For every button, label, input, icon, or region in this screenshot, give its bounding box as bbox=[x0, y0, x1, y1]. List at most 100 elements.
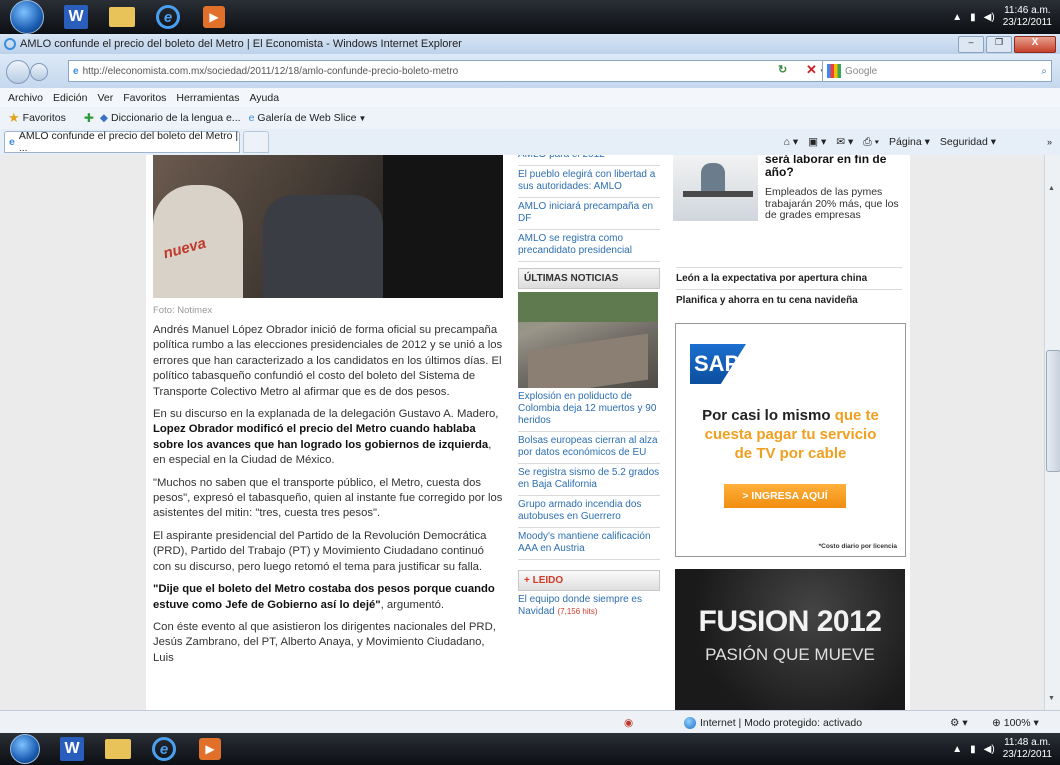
close-button[interactable]: X bbox=[1014, 36, 1056, 53]
zoom-control[interactable]: ⊕ 100% ▾ bbox=[992, 717, 1039, 729]
tray-arrow-icon[interactable]: ▲ bbox=[952, 744, 962, 755]
leido-link[interactable]: El equipo donde siempre es Navidad (7,15… bbox=[518, 591, 660, 622]
zone-indicator[interactable]: Internet | Modo protegido: activado bbox=[684, 716, 862, 729]
news-link[interactable]: Grupo armado incendia dos autobuses en G… bbox=[518, 496, 660, 528]
tab-bar: e AMLO confunde el precio del boleto del… bbox=[0, 129, 1060, 156]
webslice-icon: e bbox=[248, 112, 255, 124]
clock[interactable]: 11:46 a.m. 23/12/2011 bbox=[1003, 5, 1052, 29]
sap-ingresa-button[interactable]: > INGRESA AQUÍ bbox=[724, 484, 846, 508]
folder-icon bbox=[105, 739, 131, 759]
article-paragraph: Andrés Manuel López Obrador inició de fo… bbox=[153, 324, 503, 398]
tab-active[interactable]: e AMLO confunde el precio del boleto del… bbox=[4, 130, 240, 154]
forward-button[interactable] bbox=[30, 63, 48, 81]
page-icon: e bbox=[73, 65, 79, 77]
taskbar-media[interactable]: ▶ bbox=[190, 735, 230, 763]
taskbar-ie[interactable]: e bbox=[144, 735, 184, 763]
network-icon[interactable]: ▮ bbox=[970, 744, 976, 755]
chevron-down-icon[interactable]: ▼ bbox=[358, 114, 366, 123]
related-link[interactable]: El pueblo elegirá con libertad a sus aut… bbox=[518, 166, 660, 198]
article-paragraph: "Dije que el boleto del Metro costaba do… bbox=[153, 582, 503, 613]
related-link[interactable]: AMLO se registra como precandidato presi… bbox=[518, 230, 660, 262]
news-link[interactable]: Bolsas europeas cierran al alza por dato… bbox=[518, 432, 660, 464]
privacy-icon[interactable]: ◉ bbox=[624, 717, 633, 729]
search-icon[interactable]: ⌕ bbox=[1041, 66, 1047, 77]
taskbar-explorer[interactable] bbox=[98, 735, 138, 763]
address-field[interactable]: e http://eleconomista.com.mx/sociedad/20… bbox=[68, 60, 830, 82]
menu-ver[interactable]: Ver bbox=[97, 92, 113, 104]
news-link[interactable]: Se registra sismo de 5.2 grados en Baja … bbox=[518, 464, 660, 496]
home-icon[interactable]: ⌂ ▾ bbox=[784, 136, 799, 148]
sap-logo: SAP bbox=[690, 344, 746, 384]
related-link[interactable]: AMLO iniciará precampaña en DF bbox=[518, 198, 660, 230]
mas-leido-header[interactable]: + LEIDO bbox=[518, 570, 660, 591]
ie-icon: e bbox=[152, 737, 176, 761]
mail-icon[interactable]: ✉ ▾ bbox=[836, 136, 853, 148]
scroll-down-icon[interactable]: ▼ bbox=[1048, 695, 1055, 702]
promo-title[interactable]: será laborar en fin de año? bbox=[765, 155, 905, 179]
page-content: nueva Foto: Notimex Andrés Manuel López … bbox=[0, 155, 1044, 710]
feeds-icon[interactable]: ▣ ▾ bbox=[808, 136, 826, 148]
address-toolbar: e http://eleconomista.com.mx/sociedad/20… bbox=[0, 54, 1060, 88]
search-field[interactable]: Google ⌕ bbox=[822, 60, 1052, 82]
page-menu-label: Página bbox=[889, 136, 922, 148]
dictionary-icon: ◆ bbox=[99, 112, 108, 124]
start-button[interactable] bbox=[10, 0, 44, 34]
refresh-icon[interactable]: ↻ bbox=[778, 63, 787, 76]
back-button[interactable] bbox=[6, 60, 30, 84]
add-favorite-icon[interactable]: ✚ bbox=[84, 111, 94, 125]
leido-hits: (7,156 hits) bbox=[557, 607, 598, 616]
security-status-icon[interactable]: ⚙ ▾ bbox=[950, 717, 968, 729]
sap-ad[interactable]: SAP Por casi lo mismo que te cuesta paga… bbox=[675, 323, 906, 557]
fusion-subtitle: PASIÓN QUE MUEVE bbox=[705, 645, 875, 664]
maximize-button[interactable]: ❐ bbox=[986, 36, 1012, 53]
promo-photo[interactable] bbox=[673, 155, 758, 221]
right-link[interactable]: León a la expectativa por apertura china bbox=[676, 267, 902, 284]
volume-icon[interactable]: ◀) bbox=[984, 12, 995, 23]
taskbar-ie[interactable]: e bbox=[148, 3, 188, 31]
tray-arrow-icon[interactable]: ▲ bbox=[952, 12, 962, 23]
network-icon[interactable]: ▮ bbox=[970, 12, 976, 23]
volume-icon[interactable]: ◀) bbox=[984, 744, 995, 755]
menu-herramientas[interactable]: Herramientas bbox=[176, 92, 239, 104]
print-icon[interactable]: ⎙ ▾ bbox=[863, 136, 879, 149]
menu-ayuda[interactable]: Ayuda bbox=[249, 92, 279, 104]
article-paragraph: "Muchos no saben que el transporte públi… bbox=[153, 476, 503, 520]
favorites-button[interactable]: Favoritos bbox=[23, 112, 66, 124]
scroll-up-icon[interactable]: ▲ bbox=[1048, 185, 1055, 192]
taskbar-word[interactable]: W bbox=[56, 3, 96, 31]
promo-person bbox=[701, 163, 725, 193]
news-link[interactable]: Moody's mantiene calificación AAA en Aus… bbox=[518, 528, 660, 560]
favorite-webslice[interactable]: Galería de Web Slice bbox=[257, 112, 356, 124]
security-menu-label: Seguridad bbox=[939, 136, 988, 148]
favorites-star-icon: ★ bbox=[8, 110, 20, 125]
taskbar-word[interactable]: W bbox=[52, 735, 92, 763]
start-button[interactable] bbox=[10, 734, 40, 764]
tab-active-title: AMLO confunde el precio del boleto del M… bbox=[18, 130, 239, 154]
search-placeholder: Google bbox=[845, 65, 878, 77]
right-gutter bbox=[910, 155, 1044, 710]
taskbar-explorer[interactable] bbox=[102, 3, 142, 31]
right-link[interactable]: Planifica y ahorra en tu cena navideña bbox=[676, 289, 902, 306]
clock-time: 11:46 a.m. bbox=[1004, 5, 1051, 16]
news-link[interactable]: Explosión en poliducto de Colombia deja … bbox=[518, 388, 660, 432]
security-menu[interactable]: Seguridad ▾ bbox=[940, 136, 996, 148]
toolbar-overflow-icon[interactable]: » bbox=[1047, 137, 1052, 147]
stop-icon[interactable]: ✕ bbox=[806, 62, 817, 78]
media-player-icon: ▶ bbox=[203, 6, 225, 28]
vertical-scrollbar[interactable]: ▲ ▼ bbox=[1044, 155, 1060, 710]
promo-text: Empleados de las pymes trabajarán 20% má… bbox=[765, 186, 899, 221]
menu-favoritos[interactable]: Favoritos bbox=[123, 92, 166, 104]
favorite-dictionary[interactable]: Diccionario de la lengua e... bbox=[111, 112, 241, 124]
news-photo[interactable] bbox=[518, 292, 658, 388]
page-menu[interactable]: Página ▾ bbox=[889, 136, 930, 148]
minimize-button[interactable]: – bbox=[958, 36, 984, 53]
scroll-thumb[interactable] bbox=[1046, 350, 1060, 472]
taskbar-media[interactable]: ▶ bbox=[194, 3, 234, 31]
clock[interactable]: 11:48 a.m. 23/12/2011 bbox=[1003, 737, 1052, 761]
article-paragraph: Con éste evento al que asistieron los di… bbox=[153, 620, 496, 664]
menu-edicion[interactable]: Edición bbox=[53, 92, 87, 104]
related-link[interactable]: AMLO para el 2012 bbox=[518, 155, 660, 166]
fusion-ad[interactable]: FUSION 2012 PASIÓN QUE MUEVE bbox=[675, 569, 905, 710]
menu-archivo[interactable]: Archivo bbox=[8, 92, 43, 104]
new-tab-button[interactable] bbox=[243, 131, 269, 153]
